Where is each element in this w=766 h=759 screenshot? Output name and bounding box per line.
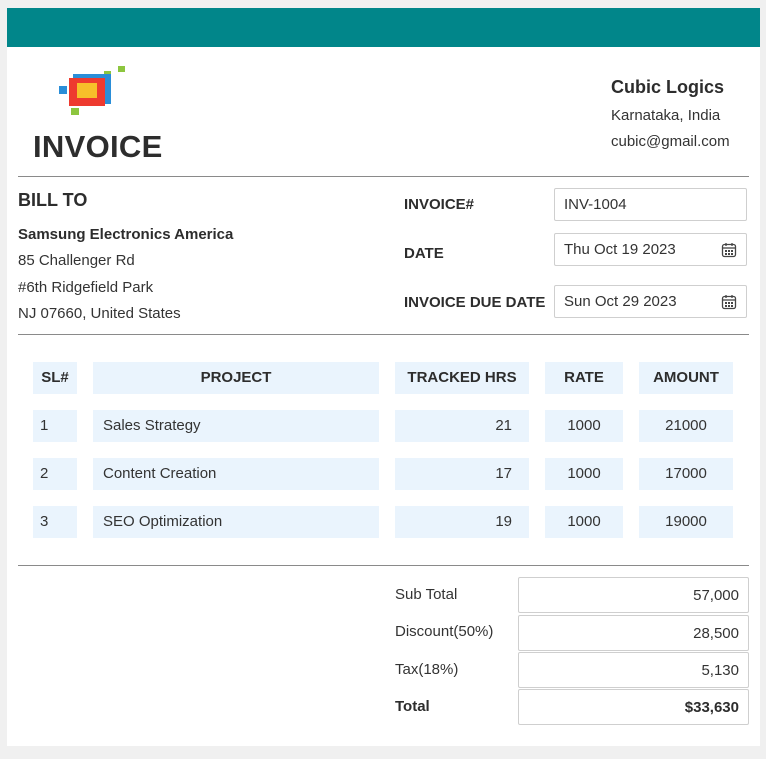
invoice-number-value: INV-1004 xyxy=(564,196,627,213)
discount-label: Discount(50%) xyxy=(395,623,494,640)
address-line: 85 Challenger Rd xyxy=(18,252,135,269)
table-cell-sl: 3 xyxy=(33,506,77,538)
subtotal-field[interactable]: 57,000 xyxy=(518,577,749,613)
tax-field[interactable]: 5,130 xyxy=(518,652,749,688)
column-header-sl: SL# xyxy=(33,362,77,394)
company-email: cubic@gmail.com xyxy=(611,133,730,150)
due-date-field[interactable]: Sun Oct 29 2023 xyxy=(554,285,747,318)
table-cell-hrs: 19 xyxy=(395,506,529,538)
table-cell-project: Content Creation xyxy=(93,458,379,490)
date-field[interactable]: Thu Oct 19 2023 xyxy=(554,233,747,266)
address-line: NJ 07660, United States xyxy=(18,305,181,322)
company-logo-icon xyxy=(59,66,125,115)
divider xyxy=(18,565,749,566)
table-cell-amount: 21000 xyxy=(639,410,733,442)
table-cell-hrs: 17 xyxy=(395,458,529,490)
bill-to-heading: BILL TO xyxy=(18,190,88,210)
tax-label: Tax(18%) xyxy=(395,661,459,678)
calendar-icon[interactable] xyxy=(721,294,737,310)
date-value: Thu Oct 19 2023 xyxy=(564,241,676,258)
company-name: Cubic Logics xyxy=(611,77,725,97)
column-header-project: PROJECT xyxy=(93,362,379,394)
column-header-rate: RATE xyxy=(545,362,623,394)
invoice-card: INVOICE Cubic Logics Karnataka, India cu… xyxy=(7,8,760,746)
header-bar xyxy=(7,8,760,47)
table-cell-sl: 2 xyxy=(33,458,77,490)
column-header-tracked-hrs: TRACKED HRS xyxy=(395,362,529,394)
company-location: Karnataka, India xyxy=(611,107,721,124)
date-label: DATE xyxy=(404,245,444,262)
due-date-label: INVOICE DUE DATE xyxy=(404,294,546,311)
table-cell-project: Sales Strategy xyxy=(93,410,379,442)
table-cell-amount: 19000 xyxy=(639,506,733,538)
divider xyxy=(18,176,749,177)
table-cell-rate: 1000 xyxy=(545,506,623,538)
invoice-title: INVOICE xyxy=(33,129,163,164)
discount-value: 28,500 xyxy=(693,625,739,642)
invoice-number-label: INVOICE# xyxy=(404,196,475,213)
discount-field[interactable]: 28,500 xyxy=(518,615,749,651)
table-cell-project: SEO Optimization xyxy=(93,506,379,538)
due-date-value: Sun Oct 29 2023 xyxy=(564,293,677,310)
calendar-icon[interactable] xyxy=(721,242,737,258)
column-header-amount: AMOUNT xyxy=(639,362,733,394)
table-cell-hrs: 21 xyxy=(395,410,529,442)
subtotal-label: Sub Total xyxy=(395,586,458,603)
subtotal-value: 57,000 xyxy=(693,587,739,604)
total-value: $33,630 xyxy=(684,699,739,716)
table-cell-sl: 1 xyxy=(33,410,77,442)
address-line: #6th Ridgefield Park xyxy=(18,279,154,296)
tax-value: 5,130 xyxy=(701,662,739,679)
total-label: Total xyxy=(395,698,430,715)
table-cell-rate: 1000 xyxy=(545,410,623,442)
customer-name: Samsung Electronics America xyxy=(18,226,234,243)
table-cell-amount: 17000 xyxy=(639,458,733,490)
table-cell-rate: 1000 xyxy=(545,458,623,490)
divider xyxy=(18,334,749,335)
total-field[interactable]: $33,630 xyxy=(518,689,749,725)
invoice-number-field[interactable]: INV-1004 xyxy=(554,188,747,221)
